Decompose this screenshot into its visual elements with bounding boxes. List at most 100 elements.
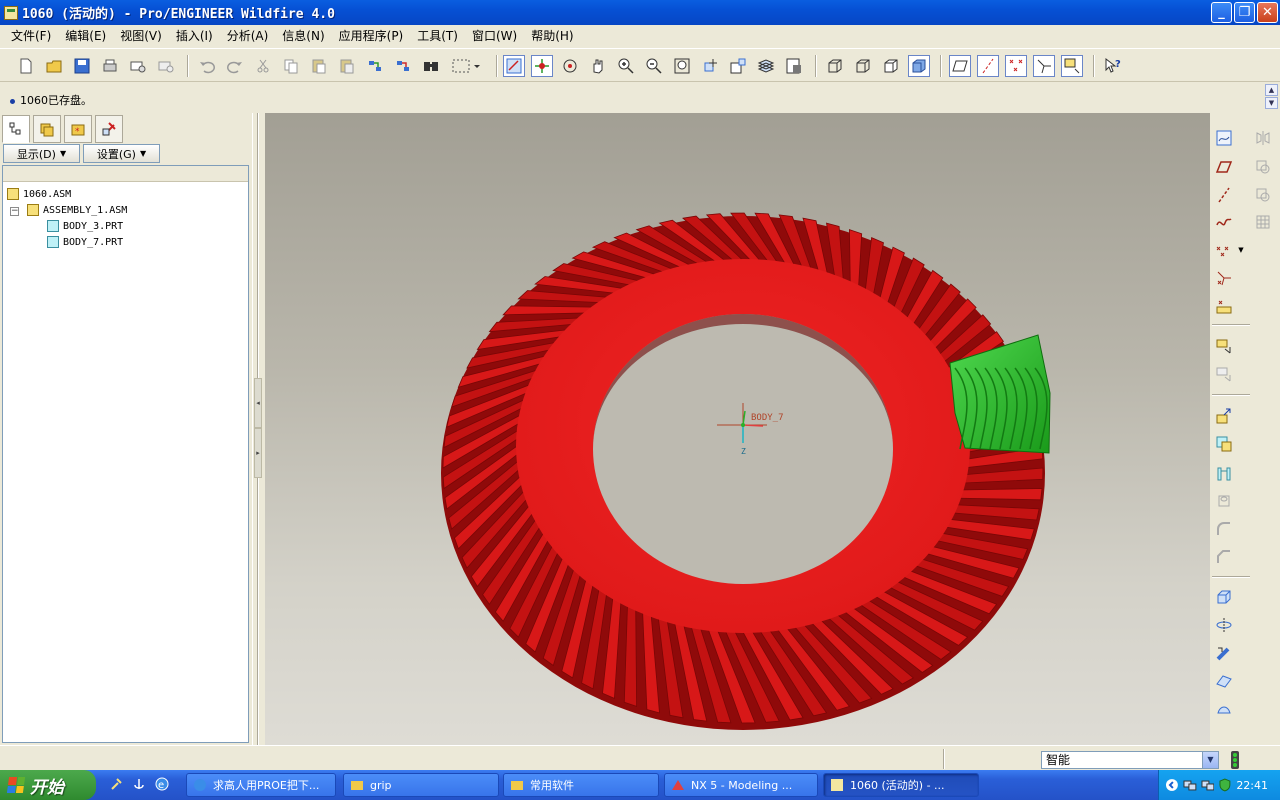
start-button[interactable]: 开始	[0, 770, 96, 800]
connections-tab-icon[interactable]	[95, 115, 123, 143]
zoom-in-icon[interactable]	[615, 55, 637, 77]
folder-browser-tab-icon[interactable]	[33, 115, 61, 143]
task-button-nx[interactable]: NX 5 - Modeling ...	[664, 773, 818, 797]
settings-dropdown-button[interactable]: 设置(G) ▼	[83, 144, 160, 163]
selection-box-icon[interactable]	[448, 55, 484, 77]
datum-curve-icon[interactable]	[1213, 211, 1235, 233]
component-create-icon[interactable]	[1213, 433, 1235, 455]
coordinate-systems-icon[interactable]	[1033, 55, 1055, 77]
scroll-up-icon[interactable]: ▲	[1265, 84, 1278, 96]
model-tree-tab-icon[interactable]	[2, 115, 30, 143]
datum-csys-icon[interactable]	[1213, 267, 1235, 289]
menu-applications[interactable]: 应用程序(P)	[332, 27, 411, 44]
task-button-folder-software[interactable]: 常用软件	[503, 773, 659, 797]
datum-axis-icon[interactable]	[1213, 184, 1235, 206]
merge-icon[interactable]	[1252, 156, 1274, 178]
menu-window[interactable]: 窗口(W)	[465, 27, 524, 44]
reorient-icon[interactable]	[699, 55, 721, 77]
copy-icon[interactable]	[280, 55, 302, 77]
tree-item-root[interactable]: 1060.ASM	[7, 188, 71, 200]
collapse-left-icon[interactable]: ◂	[254, 378, 262, 428]
minimize-button[interactable]: _	[1211, 2, 1232, 23]
menu-insert[interactable]: 插入(I)	[169, 27, 220, 44]
message-scrollbar[interactable]: ▲ ▼	[1265, 84, 1278, 110]
undo-icon[interactable]	[196, 55, 218, 77]
zoom-out-icon[interactable]	[643, 55, 665, 77]
annotation-display-icon[interactable]	[1061, 55, 1083, 77]
chamfer-icon[interactable]	[1213, 546, 1235, 568]
favorites-tab-icon[interactable]: *	[64, 115, 92, 143]
security-shield-icon[interactable]	[1218, 778, 1232, 792]
network-icon-2[interactable]	[1201, 778, 1215, 792]
datum-points-icon[interactable]	[1005, 55, 1027, 77]
tray-expand-icon[interactable]	[1165, 778, 1179, 792]
panel-splitter[interactable]: ◂ ▸	[252, 113, 265, 745]
shading-icon[interactable]	[908, 55, 930, 77]
scroll-down-icon[interactable]: ▼	[1265, 97, 1278, 109]
gear-model[interactable]: BODY_7 Z	[265, 113, 1210, 745]
component-assemble-icon[interactable]	[1213, 405, 1235, 427]
send-link-icon[interactable]	[155, 55, 177, 77]
trim-icon[interactable]	[1252, 184, 1274, 206]
datum-planes-icon[interactable]	[949, 55, 971, 77]
context-help-icon[interactable]: ?	[1101, 55, 1123, 77]
menu-tools[interactable]: 工具(T)	[410, 27, 465, 44]
datum-point-icon[interactable]	[1213, 239, 1235, 261]
layers-icon[interactable]	[755, 55, 777, 77]
extrude-icon[interactable]	[1213, 585, 1235, 607]
pan-hand-icon[interactable]	[587, 55, 609, 77]
wireframe-icon[interactable]	[824, 55, 846, 77]
save-icon[interactable]	[71, 55, 93, 77]
datum-axes-icon[interactable]	[977, 55, 999, 77]
collapse-icon[interactable]: −	[10, 207, 19, 216]
cut-icon[interactable]	[252, 55, 274, 77]
regen-manager-icon[interactable]	[392, 55, 414, 77]
task-button-browser[interactable]: 求高人用PROE把下...	[186, 773, 336, 797]
find-icon[interactable]	[420, 55, 442, 77]
menu-file[interactable]: 文件(F)	[4, 27, 58, 44]
tree-item-assembly[interactable]: ASSEMBLY_1.ASM	[27, 204, 127, 216]
view-manager-icon[interactable]	[783, 55, 805, 77]
chevron-down-icon[interactable]: ▼	[1202, 752, 1218, 768]
revolve-icon[interactable]	[1213, 614, 1235, 636]
regenerate-icon[interactable]	[364, 55, 386, 77]
annotation-feature-icon[interactable]	[1213, 335, 1235, 357]
open-folder-icon[interactable]	[43, 55, 65, 77]
quicklaunch-anchor-icon[interactable]	[131, 776, 147, 792]
pattern-icon[interactable]	[1252, 211, 1274, 233]
send-mail-icon[interactable]	[127, 55, 149, 77]
menu-view[interactable]: 视图(V)	[113, 27, 169, 44]
datum-plane-icon[interactable]	[1213, 156, 1235, 178]
blend-icon[interactable]	[1213, 670, 1235, 692]
round-icon[interactable]	[1213, 518, 1235, 540]
hole-icon[interactable]	[1213, 490, 1235, 512]
tree-item-part[interactable]: BODY_3.PRT	[47, 220, 123, 232]
mirror-icon[interactable]	[1252, 127, 1274, 149]
print-icon[interactable]	[99, 55, 121, 77]
cut-out-icon[interactable]	[1213, 463, 1235, 485]
paste-special-icon[interactable]	[336, 55, 358, 77]
sketch-icon[interactable]	[1213, 127, 1235, 149]
hidden-line-icon[interactable]	[852, 55, 874, 77]
orient-mode-icon[interactable]	[559, 55, 581, 77]
datum-display-icon[interactable]	[503, 55, 525, 77]
task-button-proe[interactable]: 1060 (活动的) - ...	[823, 773, 979, 797]
graphics-viewport[interactable]: BODY_7 Z	[265, 113, 1210, 745]
chevron-down-icon[interactable]: ▼	[1236, 239, 1246, 261]
menu-info[interactable]: 信息(N)	[275, 27, 331, 44]
expand-right-icon[interactable]: ▸	[254, 428, 262, 478]
redo-icon[interactable]	[224, 55, 246, 77]
new-file-icon[interactable]	[15, 55, 37, 77]
quicklaunch-wrench-icon[interactable]	[108, 776, 124, 792]
selection-filter-select[interactable]: 智能 ▼	[1041, 751, 1219, 769]
menu-analysis[interactable]: 分析(A)	[220, 27, 276, 44]
menu-edit[interactable]: 编辑(E)	[58, 27, 113, 44]
quicklaunch-browser-icon[interactable]: e	[154, 776, 170, 792]
analysis-feature-icon[interactable]	[1213, 295, 1235, 317]
no-hidden-icon[interactable]	[880, 55, 902, 77]
refit-icon[interactable]	[671, 55, 693, 77]
network-icon[interactable]	[1183, 778, 1197, 792]
paste-icon[interactable]	[308, 55, 330, 77]
sweep-icon[interactable]	[1213, 642, 1235, 664]
annotation-element-icon[interactable]	[1213, 363, 1235, 385]
